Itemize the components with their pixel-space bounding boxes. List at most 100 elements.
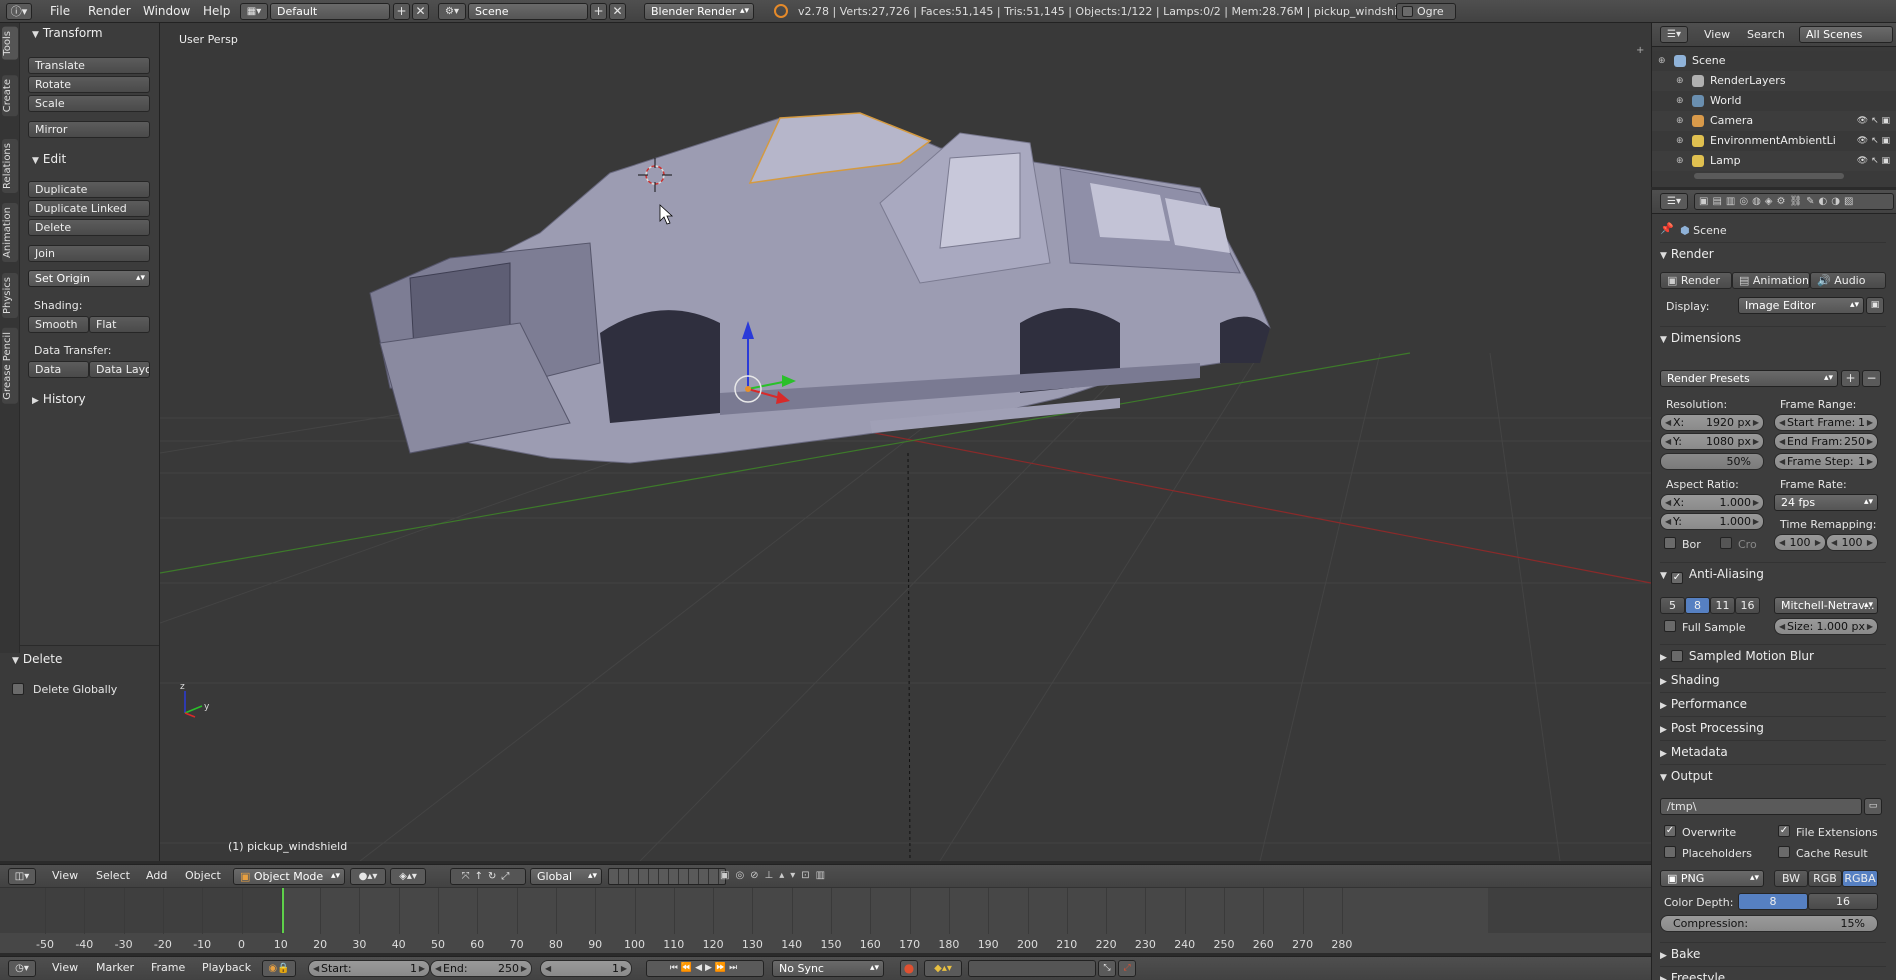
timeline-marker-menu[interactable]: Marker [96, 961, 134, 974]
viewport-shading-icon[interactable]: ●▴▾ [350, 868, 386, 885]
file-format-selector[interactable]: ▣ PNG ▴▾ [1660, 870, 1764, 887]
pickup-truck-model[interactable] [369, 112, 1271, 464]
outliner-item[interactable]: ⊕ World [1652, 91, 1896, 111]
output-path-field[interactable]: /tmp\ [1660, 798, 1862, 815]
set-origin-dropdown[interactable]: Set Origin ▴▾ [28, 270, 150, 287]
frame-rate-selector[interactable]: 24 fps ▴▾ [1774, 494, 1878, 511]
layer-buttons[interactable] [608, 868, 726, 885]
scene-icon[interactable]: ⚙▾ [438, 3, 466, 20]
visibility-icons[interactable]: 👁 ↖ ▣ [1857, 151, 1890, 171]
color-bw-button[interactable]: BW [1774, 870, 1808, 887]
aa-filter-selector[interactable]: Mitchell-Netrav... ▴▾ [1774, 597, 1878, 614]
add-preset-icon[interactable]: + [1841, 370, 1860, 387]
dimensions-panel-header[interactable]: ▼ Dimensions [1660, 326, 1886, 348]
metadata-panel-header[interactable]: ▶ Metadata [1660, 740, 1886, 762]
edit-panel-header[interactable]: ▼ Edit [32, 149, 66, 169]
crop-checkbox[interactable] [1720, 537, 1732, 549]
outliner-item[interactable]: ⊕ Camera 👁 ↖ ▣ [1652, 111, 1896, 131]
outliner-filter-selector[interactable]: All Scenes [1799, 26, 1893, 43]
data-button[interactable]: Data [28, 361, 89, 378]
aa-size-field[interactable]: ◀ Size: 1.000 px ▶ [1774, 618, 1878, 635]
render-image-button[interactable]: ▣ Render [1660, 272, 1732, 289]
tab-animation[interactable]: Animation [2, 203, 18, 262]
compression-slider[interactable]: Compression: 15% [1660, 915, 1878, 932]
timeline-frame-menu[interactable]: Frame [151, 961, 185, 974]
manipulator-toggle-icons[interactable]: ⤧↑↻⤢ [450, 868, 526, 885]
data-layout-button[interactable]: Data Layo [89, 361, 150, 378]
rotate-button[interactable]: Rotate [28, 76, 150, 93]
shading-panel-header[interactable]: ▶ Shading [1660, 668, 1886, 690]
current-frame-input[interactable]: ◀ 1 ▶ [540, 960, 632, 977]
timeline-playback-menu[interactable]: Playback [202, 961, 251, 974]
end-frame-field[interactable]: ◀ End Fram: 250 ▶ [1774, 433, 1878, 450]
expand-icon[interactable]: ⊕ [1676, 151, 1684, 171]
history-panel-header[interactable]: ▶ History [32, 389, 86, 409]
border-checkbox[interactable] [1664, 537, 1676, 549]
aa-samples-11[interactable]: 11 [1710, 597, 1735, 614]
aspect-x-field[interactable]: ◀ X: 1.000 ▶ [1660, 494, 1764, 511]
outliner-item[interactable]: ⊕ RenderLayers [1652, 71, 1896, 91]
pin-icon[interactable]: 📌 [1660, 222, 1674, 235]
keying-set-icon[interactable]: ◆▴▾ [924, 960, 962, 977]
render-audio-button[interactable]: 🔊 Audio [1810, 272, 1886, 289]
properties-editor-icon[interactable]: ☰▾ [1660, 193, 1688, 210]
motion-blur-checkbox[interactable] [1670, 650, 1683, 662]
add-layout-icon[interactable]: + [393, 3, 410, 20]
end-frame-input[interactable]: ◀ End: 250 ▶ [430, 960, 532, 977]
resolution-y-field[interactable]: ◀ Y: 1080 px ▶ [1660, 433, 1764, 450]
tab-physics[interactable]: Physics [2, 273, 18, 318]
translate-button[interactable]: Translate [28, 57, 150, 74]
3d-object-menu[interactable]: Object [185, 869, 221, 882]
timeline-editor-icon[interactable]: ◷▾ [8, 960, 36, 977]
visibility-icons[interactable]: 👁 ↖ ▣ [1857, 131, 1890, 151]
region-expand-icon[interactable]: + [1636, 45, 1644, 56]
aa-samples-8[interactable]: 8 [1685, 597, 1710, 614]
tab-relations[interactable]: Relations [2, 139, 18, 193]
outliner-editor-icon[interactable]: ☰▾ [1660, 26, 1688, 43]
layout-icon[interactable]: ▦▾ [240, 3, 268, 20]
tab-tools[interactable]: Tools [2, 27, 18, 60]
anti-aliasing-panel-header[interactable]: ▼ ✓ Anti-Aliasing [1660, 562, 1886, 584]
interaction-mode-selector[interactable]: ▣ Object Mode ▴▾ [233, 868, 345, 885]
remove-scene-icon[interactable]: ✕ [609, 3, 626, 20]
delete-globally-checkbox[interactable] [12, 683, 24, 695]
time-remap-old-field[interactable]: ◀ 100 ▶ [1774, 534, 1826, 551]
file-extensions-checkbox[interactable]: ✓ [1778, 825, 1790, 837]
3d-view-menu[interactable]: View [52, 869, 78, 882]
smooth-button[interactable]: Smooth [28, 316, 89, 333]
outliner-search-menu[interactable]: Search [1747, 28, 1785, 41]
menu-help[interactable]: Help [203, 4, 230, 18]
scene-selector[interactable]: Scene [468, 3, 588, 20]
preview-range-icon[interactable]: ◉🔒 [262, 960, 296, 977]
time-remap-new-field[interactable]: ◀ 100 ▶ [1826, 534, 1878, 551]
cache-result-checkbox[interactable] [1778, 846, 1790, 858]
insert-keyframe-icon[interactable]: ⤡ [1098, 960, 1116, 977]
ogre-toggle[interactable]: Ogre [1396, 3, 1456, 20]
3d-select-menu[interactable]: Select [96, 869, 130, 882]
duplicate-linked-button[interactable]: Duplicate Linked [28, 200, 150, 217]
start-frame-field[interactable]: ◀ Start Frame: 1 ▶ [1774, 414, 1878, 431]
add-scene-icon[interactable]: + [590, 3, 607, 20]
frame-step-field[interactable]: ◀ Frame Step: 1 ▶ [1774, 453, 1878, 470]
resolution-x-field[interactable]: ◀ X: 1920 px ▶ [1660, 414, 1764, 431]
color-depth-16-button[interactable]: 16 [1808, 893, 1878, 910]
3d-viewport[interactable]: z y User Persp (1) pickup_windshield + [160, 23, 1651, 861]
render-panel-header[interactable]: ▼ Render [1660, 242, 1886, 264]
pivot-point-icon[interactable]: ◈▴▾ [390, 868, 426, 885]
outliner-item[interactable]: ⊕ Scene [1652, 51, 1896, 71]
bake-panel-header[interactable]: ▶ Bake [1660, 942, 1886, 964]
editor-type-info-icon[interactable]: ⓘ▾ [6, 3, 32, 20]
freestyle-panel-header[interactable]: ▶ Freestyle [1660, 966, 1886, 980]
anti-aliasing-checkbox[interactable]: ✓ [1670, 572, 1683, 584]
playback-controls[interactable]: ⏮⏪◀▶⏩⏭ [646, 960, 764, 977]
resolution-percentage-field[interactable]: 50% [1660, 453, 1764, 470]
output-panel-header[interactable]: ▼ Output [1660, 764, 1886, 786]
delete-keyframe-icon[interactable]: ⤢ [1118, 960, 1136, 977]
placeholders-checkbox[interactable] [1664, 846, 1676, 858]
properties-context-tabs[interactable]: ▣▤▥◎◍◈⚙⛓✎◐◑▨ [1694, 193, 1894, 210]
scale-button[interactable]: Scale [28, 95, 150, 112]
transform-orientation-selector[interactable]: Global ▴▾ [530, 868, 602, 885]
menu-file[interactable]: File [50, 4, 70, 18]
menu-render[interactable]: Render [88, 4, 131, 18]
duplicate-button[interactable]: Duplicate [28, 181, 150, 198]
